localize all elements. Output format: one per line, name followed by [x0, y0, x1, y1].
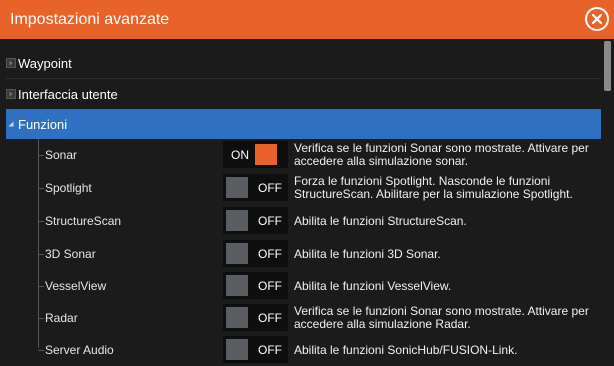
feature-name: StructureScan	[45, 214, 122, 228]
toggle-knob	[226, 307, 248, 328]
toggle-knob	[226, 339, 248, 360]
feature-description: Abilita le funzioni SonicHub/FUSION-Link…	[294, 342, 518, 357]
toggle-knob	[226, 177, 248, 198]
tree-branch	[38, 155, 44, 156]
section-features[interactable]: Funzioni	[6, 109, 601, 139]
feature-row-sonar: Sonar ON Verifica se le funzioni Sonar s…	[38, 139, 601, 171]
feature-name: Radar	[45, 311, 78, 325]
close-button[interactable]	[585, 7, 609, 31]
feature-name: Spotlight	[45, 181, 92, 195]
feature-name: Sonar	[45, 148, 78, 162]
radar-toggle[interactable]: OFF	[223, 304, 288, 331]
expand-icon[interactable]	[6, 58, 16, 68]
structurescan-toggle[interactable]: OFF	[223, 207, 288, 234]
toggle-state: ON	[231, 148, 249, 162]
expand-icon[interactable]	[6, 89, 16, 99]
toggle-state: OFF	[258, 343, 282, 357]
feature-row-3d-sonar: 3D Sonar OFF Abilita le funzioni 3D Sona…	[38, 238, 601, 270]
section-label: Interfaccia utente	[18, 86, 118, 102]
toggle-state: OFF	[258, 214, 282, 228]
feature-description: Verifica se le funzioni Sonar sono mostr…	[294, 141, 589, 168]
feature-row-spotlight: Spotlight OFF Forza le funzioni Spotligh…	[38, 172, 601, 204]
tree-branch	[38, 254, 44, 255]
feature-row-radar: Radar OFF Verifica se le funzioni Sonar …	[38, 302, 601, 334]
toggle-knob	[226, 243, 248, 264]
feature-description: Abilita le funzioni StructureScan.	[294, 213, 467, 228]
feature-name: VesselView	[45, 279, 107, 293]
tree-branch	[38, 286, 44, 287]
section-user-interface[interactable]: Interfaccia utente	[6, 79, 601, 109]
toggle-knob	[255, 144, 277, 165]
tree-branch	[38, 350, 44, 351]
feature-name: 3D Sonar	[45, 247, 96, 261]
feature-row-structurescan: StructureScan OFF Abilita le funzioni St…	[38, 205, 601, 237]
feature-row-server-audio: Server Audio OFF Abilita le funzioni Son…	[38, 334, 601, 366]
feature-name: Server Audio	[45, 343, 114, 357]
toggle-knob	[226, 275, 248, 296]
3d-sonar-toggle[interactable]: OFF	[223, 240, 288, 267]
feature-description: Abilita le funzioni 3D Sonar.	[294, 246, 441, 261]
tree-branch	[38, 221, 44, 222]
feature-description: Verifica se le funzioni Sonar sono mostr…	[294, 304, 589, 331]
toggle-state: OFF	[258, 311, 282, 325]
section-waypoint[interactable]: Waypoint	[6, 48, 601, 78]
toggle-state: OFF	[258, 181, 282, 195]
feature-description: Forza le funzioni Spotlight. Nasconde le…	[294, 174, 573, 201]
server-audio-toggle[interactable]: OFF	[223, 336, 288, 363]
toggle-state: OFF	[258, 247, 282, 261]
close-icon	[591, 13, 603, 25]
collapse-icon[interactable]	[6, 119, 16, 129]
feature-description: Abilita le funzioni VesselView.	[294, 278, 452, 293]
toggle-knob	[226, 210, 248, 231]
section-label: Waypoint	[18, 55, 72, 71]
vesselview-toggle[interactable]: OFF	[223, 272, 288, 299]
scrollbar-thumb[interactable]	[604, 41, 611, 91]
vertical-scrollbar[interactable]	[601, 39, 614, 348]
sonar-toggle[interactable]: ON	[223, 141, 288, 168]
feature-row-vesselview: VesselView OFF Abilita le funzioni Vesse…	[38, 270, 601, 302]
spotlight-toggle[interactable]: OFF	[223, 174, 288, 201]
toggle-state: OFF	[258, 279, 282, 293]
tree-branch	[38, 318, 44, 319]
tree-branch	[38, 188, 44, 189]
section-label: Funzioni	[18, 116, 68, 132]
title-bar: Impostazioni avanzate	[0, 0, 614, 39]
window-title: Impostazioni avanzate	[10, 10, 170, 28]
